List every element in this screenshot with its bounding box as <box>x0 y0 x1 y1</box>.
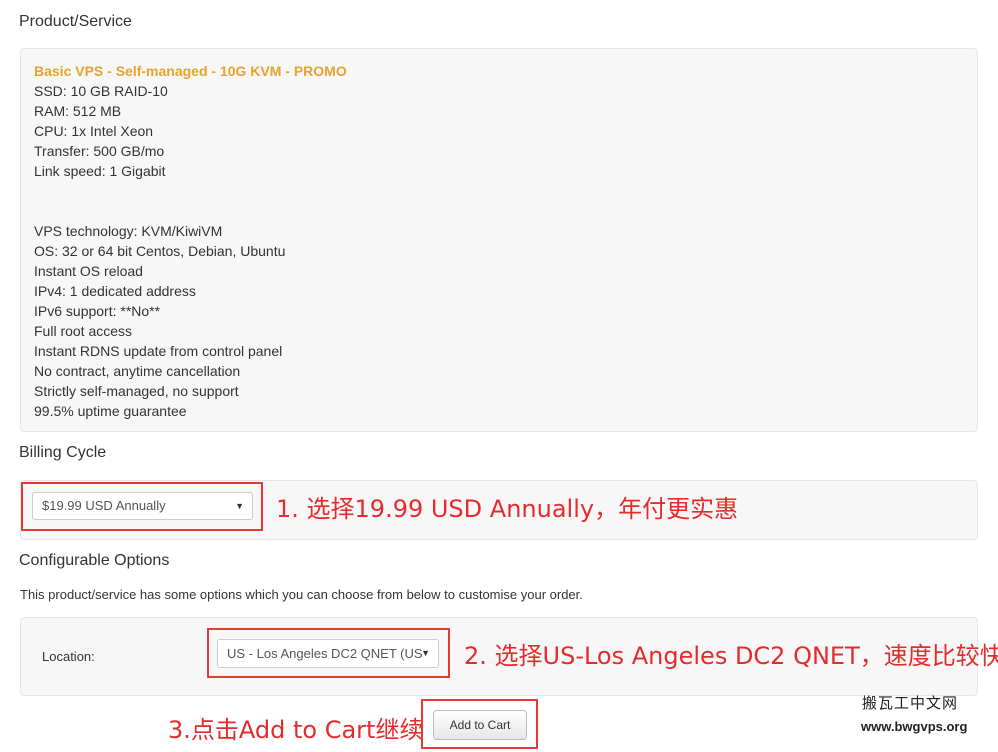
product-details-panel: Basic VPS - Self-managed - 10G KVM - PRO… <box>20 48 978 432</box>
annotation-step2: 2. 选择US-Los Angeles DC2 QNET，速度比较快 <box>464 642 998 670</box>
highlight-box-add-to-cart <box>421 699 538 749</box>
feature-line: IPv6 support: **No** <box>34 303 161 319</box>
highlight-box-billing <box>21 482 263 531</box>
annotation-step3: 3.点击Add to Cart继续 <box>168 716 424 744</box>
annotation-step1: 1. 选择19.99 USD Annually，年付更实惠 <box>276 495 739 523</box>
feature-line: VPS technology: KVM/KiwiVM <box>34 223 223 239</box>
configurable-options-description: This product/service has some options wh… <box>20 587 583 602</box>
feature-line: OS: 32 or 64 bit Centos, Debian, Ubuntu <box>34 243 286 259</box>
feature-line: Full root access <box>34 323 133 339</box>
location-label: Location: <box>42 649 95 664</box>
feature-line: 99.5% uptime guarantee <box>34 403 187 419</box>
watermark-url: www.bwgvps.org <box>861 719 968 734</box>
spec-line: SSD: 10 GB RAID-10 <box>34 83 168 99</box>
billing-cycle-heading: Billing Cycle <box>19 444 107 461</box>
product-service-heading: Product/Service <box>19 13 132 30</box>
feature-line: IPv4: 1 dedicated address <box>34 283 196 299</box>
feature-line: Instant RDNS update from control panel <box>34 343 283 359</box>
feature-line: Strictly self-managed, no support <box>34 383 239 399</box>
highlight-box-location <box>207 628 450 678</box>
spec-line: Link speed: 1 Gigabit <box>34 163 166 179</box>
spec-line: Transfer: 500 GB/mo <box>34 143 165 159</box>
feature-line: No contract, anytime cancellation <box>34 363 241 379</box>
spec-line: CPU: 1x Intel Xeon <box>34 123 154 139</box>
configurable-options-heading: Configurable Options <box>19 552 170 569</box>
watermark-title: 搬瓦工中文网 <box>862 695 959 712</box>
product-title: Basic VPS - Self-managed - 10G KVM - PRO… <box>34 63 347 79</box>
feature-line: Instant OS reload <box>34 263 143 279</box>
spec-line: RAM: 512 MB <box>34 103 122 119</box>
